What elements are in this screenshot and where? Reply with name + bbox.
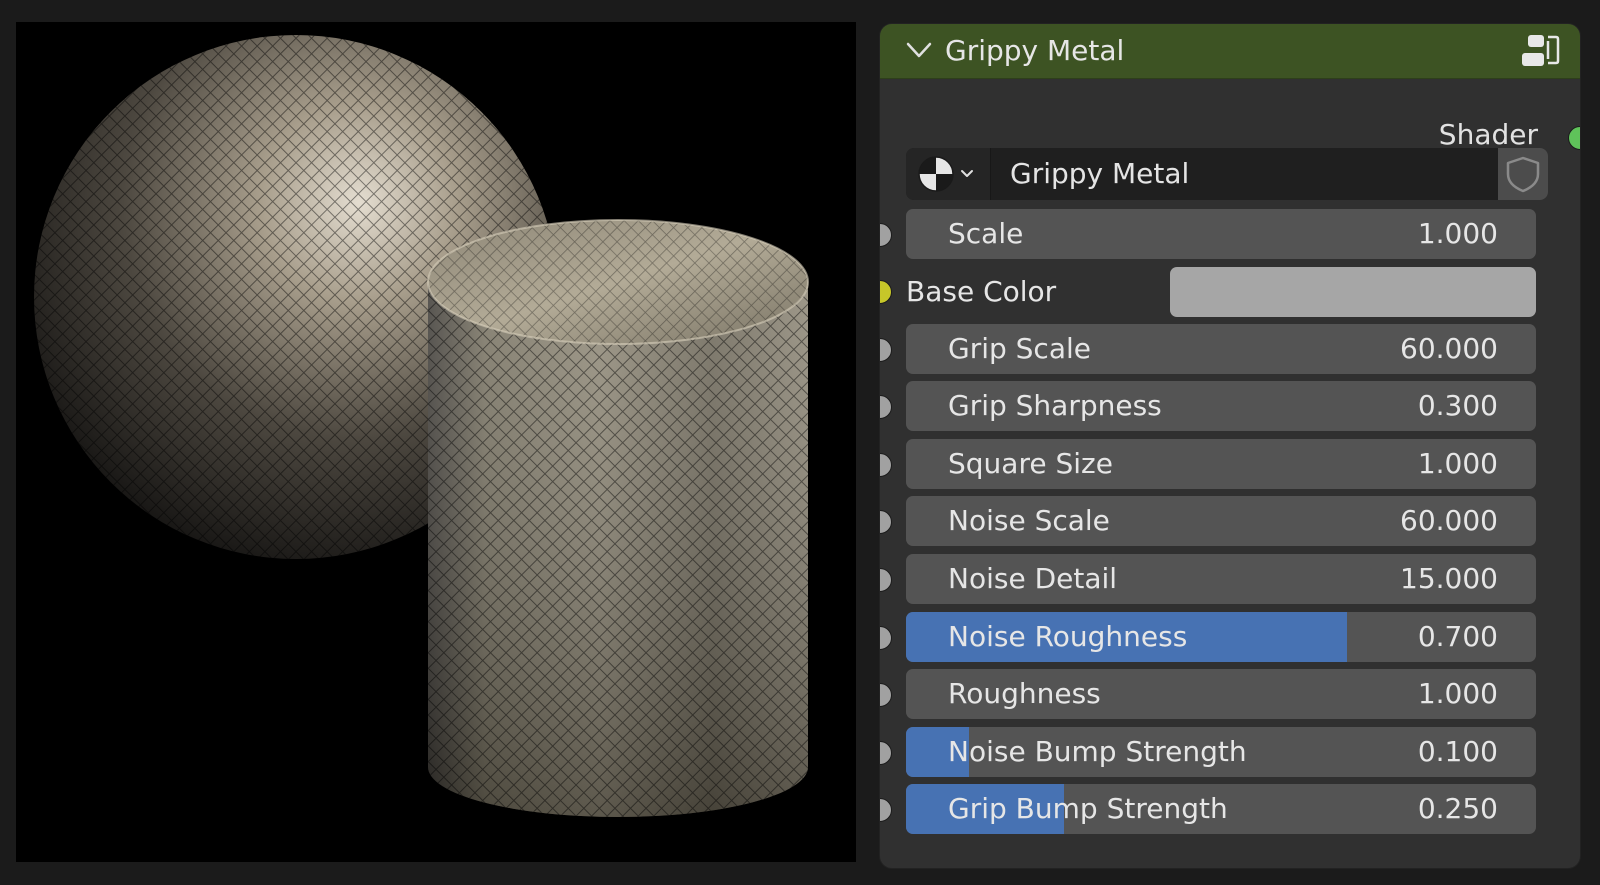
field-label: Square Size — [948, 447, 1113, 480]
input-socket[interactable] — [880, 453, 892, 477]
field-label: Noise Detail — [948, 562, 1118, 595]
input-row-roughness[interactable]: Roughness 1.000 — [880, 669, 1580, 721]
number-field[interactable]: Grip Sharpness 0.300 — [906, 381, 1536, 431]
input-row-noise-roughness[interactable]: Noise Roughness 0.700 — [880, 612, 1580, 664]
fake-user-button[interactable] — [1498, 148, 1548, 200]
slider-field[interactable]: Grip Bump Strength 0.250 — [906, 784, 1536, 834]
color-input-socket[interactable] — [880, 280, 892, 304]
number-field[interactable]: Grip Scale 60.000 — [906, 324, 1536, 374]
input-socket[interactable] — [880, 626, 892, 650]
input-socket[interactable] — [880, 338, 892, 362]
field-value: 1.000 — [1417, 217, 1498, 250]
number-field[interactable]: Noise Detail 15.000 — [906, 554, 1536, 604]
field-value: 1.000 — [1417, 677, 1498, 710]
field-value: 0.300 — [1417, 389, 1498, 422]
field-value: 60.000 — [1400, 504, 1498, 537]
field-value: 0.700 — [1417, 620, 1498, 653]
number-field[interactable]: Roughness 1.000 — [906, 669, 1536, 719]
node-header[interactable]: Grippy Metal — [880, 24, 1580, 79]
field-label: Roughness — [948, 677, 1101, 710]
input-row-scale[interactable]: Scale 1.000 — [880, 209, 1580, 261]
material-sphere-icon — [918, 156, 973, 192]
field-value: 0.250 — [1417, 792, 1498, 825]
node-title: Grippy Metal — [945, 34, 1125, 67]
field-label: Noise Bump Strength — [948, 735, 1247, 768]
number-field[interactable]: Square Size 1.000 — [906, 439, 1536, 489]
node-group-name[interactable]: Grippy Metal — [1010, 148, 1189, 200]
chevron-down-icon[interactable] — [906, 41, 932, 61]
node-group-selector[interactable]: Grippy Metal — [906, 148, 1548, 200]
field-label: Noise Roughness — [948, 620, 1188, 653]
input-socket[interactable] — [880, 223, 892, 247]
input-row-noise-bump-strength[interactable]: Noise Bump Strength 0.100 — [880, 727, 1580, 779]
field-label: Grip Scale — [948, 332, 1091, 365]
material-preview-image — [16, 22, 856, 862]
number-field[interactable]: Noise Scale 60.000 — [906, 496, 1536, 546]
input-socket[interactable] — [880, 395, 892, 419]
input-row-grip-sharpness[interactable]: Grip Sharpness 0.300 — [880, 381, 1580, 433]
field-value: 1.000 — [1417, 447, 1498, 480]
field-value: 60.000 — [1400, 332, 1498, 365]
base-color-swatch[interactable] — [1170, 267, 1536, 317]
node-group-panel[interactable]: Grippy Metal Shader Grippy Metal Scale 1… — [880, 24, 1580, 868]
slider-field[interactable]: Noise Roughness 0.700 — [906, 612, 1536, 662]
input-row-noise-detail[interactable]: Noise Detail 15.000 — [880, 554, 1580, 606]
field-value: 0.100 — [1417, 735, 1498, 768]
slider-field[interactable]: Noise Bump Strength 0.100 — [906, 727, 1536, 777]
input-socket[interactable] — [880, 741, 892, 765]
input-row-base-color[interactable]: Base Color — [880, 266, 1580, 318]
output-shader-label: Shader — [1438, 118, 1538, 151]
input-socket[interactable] — [880, 683, 892, 707]
shield-icon — [1506, 156, 1540, 193]
input-row-square-size[interactable]: Square Size 1.000 — [880, 439, 1580, 491]
preview-render — [34, 35, 809, 817]
input-socket[interactable] — [880, 798, 892, 822]
node-group-icon[interactable] — [1520, 31, 1562, 71]
field-label: Grip Sharpness — [948, 389, 1162, 422]
field-label: Grip Bump Strength — [948, 792, 1228, 825]
datablock-browse-button[interactable] — [906, 148, 991, 200]
number-field[interactable]: Scale 1.000 — [906, 209, 1536, 259]
input-row-grip-bump-strength[interactable]: Grip Bump Strength 0.250 — [880, 784, 1580, 836]
field-label: Scale — [948, 217, 1024, 250]
shader-output-socket[interactable] — [1568, 126, 1580, 150]
input-row-grip-scale[interactable]: Grip Scale 60.000 — [880, 324, 1580, 376]
field-label: Base Color — [906, 275, 1057, 308]
input-row-noise-scale[interactable]: Noise Scale 60.000 — [880, 496, 1580, 548]
field-value: 15.000 — [1400, 562, 1498, 595]
input-socket[interactable] — [880, 568, 892, 592]
field-label: Noise Scale — [948, 504, 1110, 537]
input-socket[interactable] — [880, 510, 892, 534]
